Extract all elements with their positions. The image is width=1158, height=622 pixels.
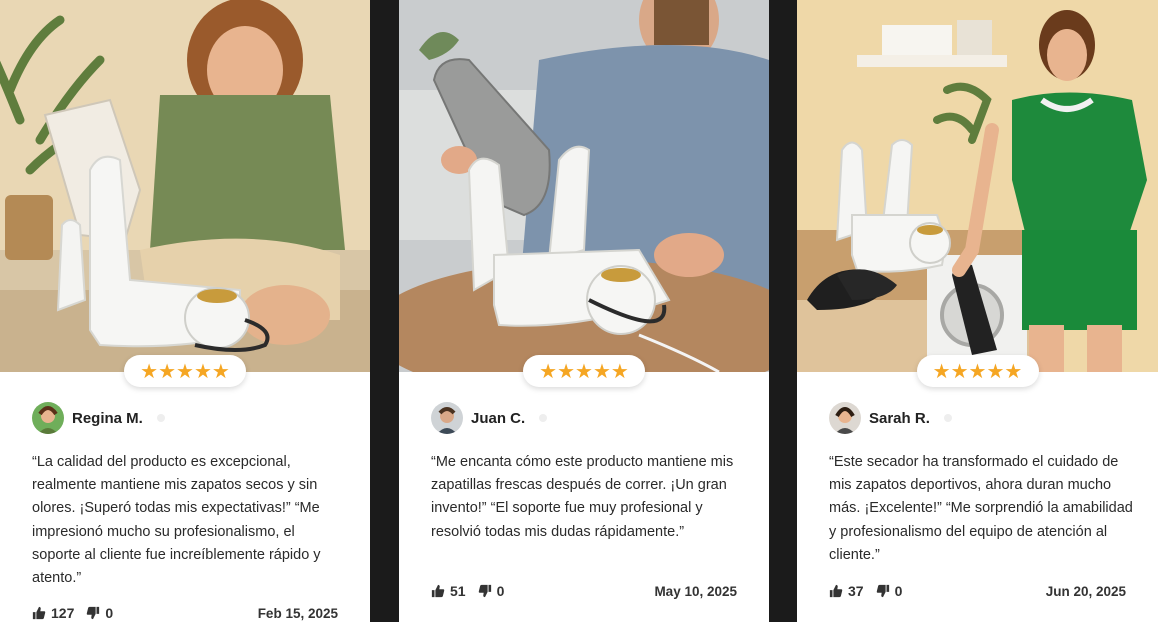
review-date: May 10, 2025 — [654, 583, 737, 599]
thumbs-up-icon — [32, 606, 46, 620]
like-count: 37 — [848, 583, 864, 599]
dislike-button[interactable]: 0 — [86, 605, 113, 621]
reviewer-name: Sarah R. — [869, 409, 930, 427]
review-footer: 37 0 Jun 20, 2025 — [829, 583, 1126, 599]
thumbs-up-icon — [829, 584, 843, 598]
star-icon: ★★★★★ — [932, 359, 1023, 383]
dislike-count: 0 — [894, 583, 903, 599]
verified-dot — [539, 414, 548, 422]
review-date: Feb 15, 2025 — [257, 605, 338, 621]
review-date: Jun 20, 2025 — [1045, 583, 1126, 599]
review-text: “Este secador ha transformado el cuidado… — [829, 454, 1133, 563]
thumbs-down-icon — [87, 606, 100, 620]
like-count: 127 — [51, 605, 75, 621]
star-icon: ★★★★★ — [539, 359, 629, 383]
review-footer: 51 0 May 10, 2025 — [431, 583, 737, 599]
star-icon: ★★★★★ — [140, 359, 230, 383]
avatar — [32, 402, 64, 434]
reviewer: Juan C. — [431, 402, 548, 434]
review-card: ★★★★★ Juan C. “Me encanta cómo este prod… — [399, 0, 769, 622]
like-button[interactable]: 127 — [32, 605, 74, 621]
dislike-button[interactable]: 0 — [478, 583, 505, 599]
like-button[interactable]: 37 — [829, 583, 864, 599]
verified-dot — [943, 414, 952, 422]
avatar — [829, 402, 861, 434]
verified-dot — [156, 414, 165, 422]
dislike-button[interactable]: 0 — [876, 583, 903, 599]
reviewer-name: Juan C. — [471, 409, 526, 427]
thumbs-down-icon — [876, 584, 889, 598]
reviewer: Sarah R. — [829, 402, 952, 434]
reviewer-name: Regina M. — [72, 409, 143, 427]
review-footer: 127 0 Feb 15, 2025 — [32, 605, 338, 621]
review-photo — [399, 0, 769, 372]
thumbs-up-icon — [431, 584, 445, 598]
review-text: “Me encanta cómo este producto mantiene … — [431, 454, 734, 540]
rating-stars: ★★★★★ — [523, 355, 645, 387]
like-button[interactable]: 51 — [431, 583, 466, 599]
review-card: ★★★★★ Regina M. “La calidad del producto… — [0, 0, 370, 622]
review-text: “La calidad del producto es excepcional,… — [32, 454, 321, 587]
dislike-count: 0 — [105, 605, 114, 621]
review-photo — [0, 0, 370, 372]
dislike-count: 0 — [496, 583, 505, 599]
review-card: ★★★★★ Sarah R. “Este secador ha transfor… — [797, 0, 1158, 622]
rating-stars: ★★★★★ — [916, 355, 1039, 387]
avatar — [431, 402, 463, 434]
thumbs-down-icon — [478, 584, 491, 598]
reviewer: Regina M. — [32, 402, 165, 434]
like-count: 51 — [450, 583, 466, 599]
rating-stars: ★★★★★ — [124, 355, 246, 387]
review-photo — [797, 0, 1158, 372]
